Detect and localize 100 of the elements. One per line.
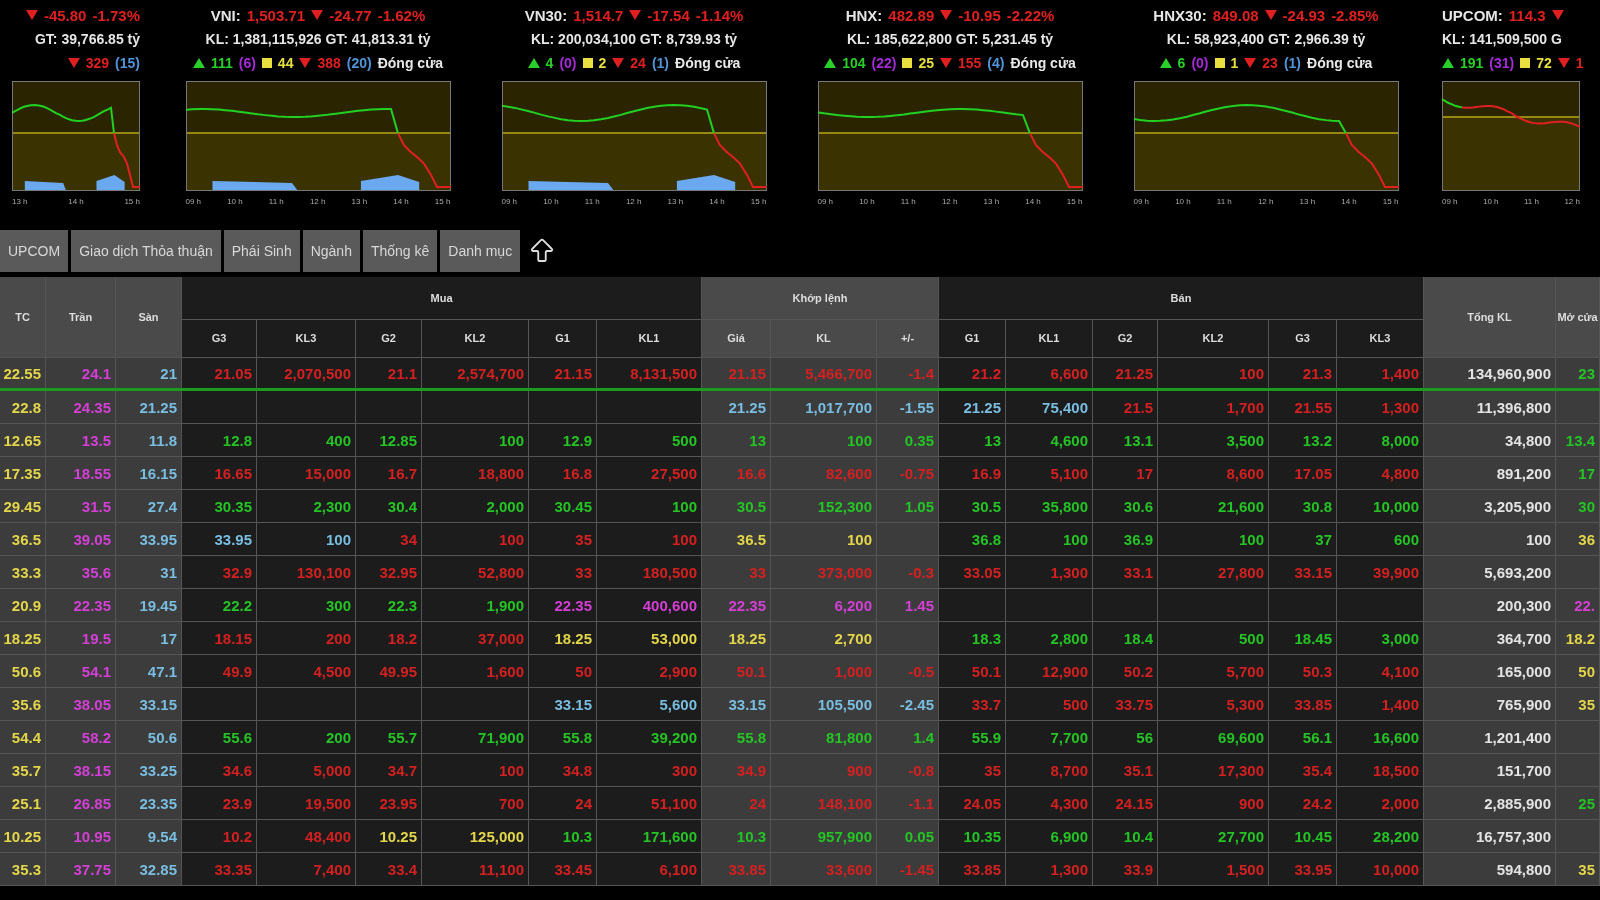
table-cell: 891,200	[1424, 457, 1556, 489]
index-percent: -1.62%	[377, 6, 426, 24]
axis-tick-label: 13 h	[351, 197, 368, 206]
axis-tick-label: 14 h	[709, 197, 725, 206]
table-cell: 1,400	[1337, 688, 1424, 720]
tab[interactable]: Danh mục	[440, 229, 521, 272]
table-cell: 30	[1556, 490, 1600, 522]
table-cell: 5,300	[1158, 688, 1269, 720]
table-cell: 23.9	[182, 787, 257, 819]
table-cell: 22.2	[182, 589, 257, 621]
table-cell: -0.8	[877, 754, 939, 786]
table-cell: 58.2	[46, 721, 116, 753]
table-cell: 33.3	[0, 556, 46, 588]
axis-tick-label: 09 h	[817, 197, 834, 206]
table-cell: 33.35	[182, 853, 257, 885]
table-cell: 52,800	[422, 556, 529, 588]
table-cell: 16.6	[702, 457, 771, 489]
table-cell: 33.25	[116, 754, 182, 786]
table-cell: 17,300	[1158, 754, 1269, 786]
table-cell: 36.9	[1093, 523, 1158, 555]
table-cell: 7,400	[257, 853, 356, 885]
table-cell: 27,500	[597, 457, 702, 489]
table-cell: 100	[422, 754, 529, 786]
header-cell: G1	[939, 320, 1006, 358]
table-cell: 30.5	[939, 490, 1006, 522]
up-triangle-icon	[527, 58, 540, 68]
table-cell: 27,700	[1158, 820, 1269, 852]
table-cell: 39,200	[597, 721, 702, 753]
table-cell: 18,500	[1337, 754, 1424, 786]
table-cell: 33.95	[116, 523, 182, 555]
table-cell: 19,500	[257, 787, 356, 819]
table-cell: 1,300	[1006, 853, 1093, 885]
down-triangle-icon	[612, 58, 625, 68]
table-cell: 500	[597, 424, 702, 456]
axis-tick-label: 15 h	[434, 197, 451, 206]
table-cell: 33.85	[702, 853, 771, 885]
table-cell: 0.05	[877, 820, 939, 852]
table-cell: 18.15	[182, 622, 257, 654]
axis-tick-label: 11 h	[584, 197, 600, 206]
tab[interactable]: Giao dịch Thỏa thuận	[71, 229, 221, 272]
table-cell: 21,600	[1158, 490, 1269, 522]
table-cell: 71,900	[422, 721, 529, 753]
tab[interactable]: UPCOM	[0, 229, 69, 272]
table-cell: 600	[1337, 523, 1424, 555]
table-cell: 34.8	[529, 754, 597, 786]
table-cell: 4,500	[257, 655, 356, 687]
axis-tick-label: 10 h	[859, 197, 875, 206]
table-cell: 55.9	[939, 721, 1006, 753]
tab[interactable]: Ngành	[302, 229, 360, 272]
table-cell: 23.95	[356, 787, 422, 819]
table-cell: 35.7	[0, 754, 46, 786]
table-cell: 53,000	[597, 622, 702, 654]
stock-count: 1	[1575, 55, 1584, 71]
index-name: HNX:	[845, 6, 883, 24]
table-cell: 105,500	[771, 688, 877, 720]
table-cell: 22.3	[356, 589, 422, 621]
table-cell: 56.1	[1269, 721, 1337, 753]
table-cell: 33.1	[1093, 556, 1158, 588]
header-cell: Giá	[702, 320, 771, 358]
table-cell: 152,300	[771, 490, 877, 522]
stock-count: 329	[85, 55, 110, 71]
index-name: VNI:	[210, 6, 241, 24]
axis-tick-label: 12 h	[1564, 197, 1580, 206]
tab[interactable]: Thống kê	[362, 229, 438, 272]
table-cell: 33.45	[529, 853, 597, 885]
index-volume: KL: 185,622,800 GT: 5,231.45 tỷ	[846, 31, 1054, 47]
table-cell: 6,100	[597, 853, 702, 885]
index-value: 482.89	[888, 6, 935, 24]
tab[interactable]: Phái Sinh	[223, 229, 300, 272]
stock-count: 4	[545, 55, 554, 71]
table-cell: 33.15	[702, 688, 771, 720]
table-cell: 5,700	[1158, 655, 1269, 687]
table-cell: 3,205,900	[1424, 490, 1556, 522]
table-cell: 10.25	[0, 820, 46, 852]
down-triangle-icon	[299, 58, 312, 68]
axis-tick-label: 09 h	[185, 197, 202, 206]
axis-tick-label: 10 h	[1483, 197, 1499, 206]
table-cell: 33	[529, 556, 597, 588]
table-cell: 10.95	[46, 820, 116, 852]
header-cell: +/-	[877, 320, 939, 358]
table-cell: 16.7	[356, 457, 422, 489]
table-cell: 25	[1556, 787, 1600, 819]
table-cell: 1,900	[422, 589, 529, 621]
axis-tick-label: 15 h	[124, 197, 140, 206]
table-cell: 37,000	[422, 622, 529, 654]
axis-tick-label: 13 h	[1299, 197, 1316, 206]
table-cell: 373,000	[771, 556, 877, 588]
market-status: Đóng cửa	[1010, 55, 1076, 71]
header-cell: Trần	[46, 277, 116, 358]
table-cell: 25.1	[0, 787, 46, 819]
table-cell: 4,600	[1006, 424, 1093, 456]
table-cell: 21.25	[939, 391, 1006, 423]
table-cell: 10.25	[356, 820, 422, 852]
table-cell: 100	[422, 523, 529, 555]
table-cell: 10,000	[1337, 853, 1424, 885]
table-cell: 134,960,900	[1424, 358, 1556, 388]
table-cell: 18.55	[46, 457, 116, 489]
table-cell: 125,000	[422, 820, 529, 852]
header-cell: Tổng KL	[1424, 277, 1556, 358]
header-cell: Sàn	[116, 277, 182, 358]
